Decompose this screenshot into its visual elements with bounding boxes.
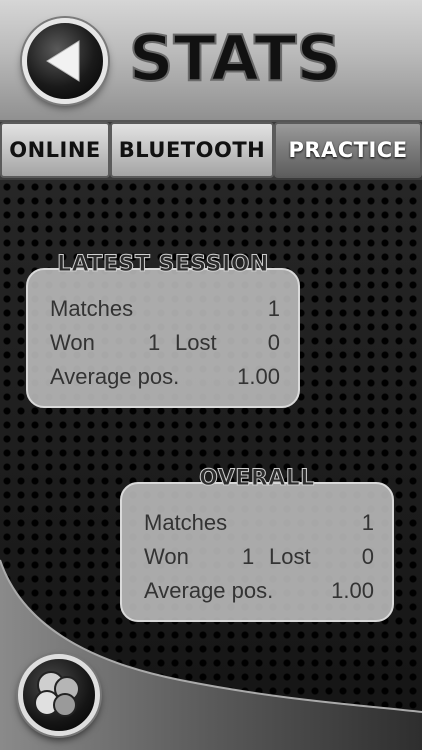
matches-value: 1: [267, 296, 280, 321]
overall-card: OVERALL Matches 1 Won 1 Lost 0 Average p…: [120, 466, 394, 622]
average-label: Average pos.: [50, 364, 180, 389]
tab-bluetooth[interactable]: BLUETOOTH: [110, 122, 274, 178]
tab-practice-label: PRACTICE: [288, 138, 408, 162]
won-label: Won: [50, 330, 95, 355]
overall-title: OVERALL: [199, 466, 315, 492]
game-pieces-icon: [34, 671, 80, 717]
average-label: Average pos.: [144, 578, 274, 603]
latest-session-card: LATEST SESSION Matches 1 Won 1 Lost 0 Av…: [26, 252, 300, 408]
tab-bar: ONLINE BLUETOOTH PRACTICE: [0, 122, 422, 180]
stats-screen: STATS ONLINE BLUETOOTH PRACTICE LATEST S…: [0, 0, 422, 750]
average-value: 1.00: [331, 578, 374, 603]
tab-online-label: ONLINE: [9, 138, 101, 162]
header-bar: STATS: [0, 0, 422, 122]
overall-won-lost-row: Won 1 Lost 0: [144, 542, 374, 572]
lost-label: Lost: [175, 330, 217, 355]
page-title-text: STATS: [130, 22, 340, 95]
back-button[interactable]: [22, 18, 108, 104]
matches-label: Matches: [144, 510, 228, 535]
won-value: 1: [242, 544, 255, 569]
won-value: 1: [148, 330, 161, 355]
tab-online[interactable]: ONLINE: [0, 122, 110, 178]
overall-matches-row: Matches 1: [144, 508, 374, 538]
tab-practice[interactable]: PRACTICE: [274, 122, 422, 178]
tab-bluetooth-label: BLUETOOTH: [118, 138, 266, 162]
latest-session-title: LATEST SESSION: [57, 252, 269, 278]
page-title: STATS: [130, 21, 340, 96]
lost-value: 0: [267, 330, 280, 355]
latest-matches-row: Matches 1: [50, 294, 280, 324]
average-value: 1.00: [237, 364, 280, 389]
matches-value: 1: [361, 510, 374, 535]
game-badge-button[interactable]: [18, 654, 100, 736]
latest-won-lost-row: Won 1 Lost 0: [50, 328, 280, 358]
won-label: Won: [144, 544, 189, 569]
lost-label: Lost: [269, 544, 311, 569]
matches-label: Matches: [50, 296, 134, 321]
lost-value: 0: [361, 544, 374, 569]
back-arrow-icon: [46, 40, 80, 82]
overall-average-row: Average pos. 1.00: [144, 576, 374, 606]
latest-average-row: Average pos. 1.00: [50, 362, 280, 392]
